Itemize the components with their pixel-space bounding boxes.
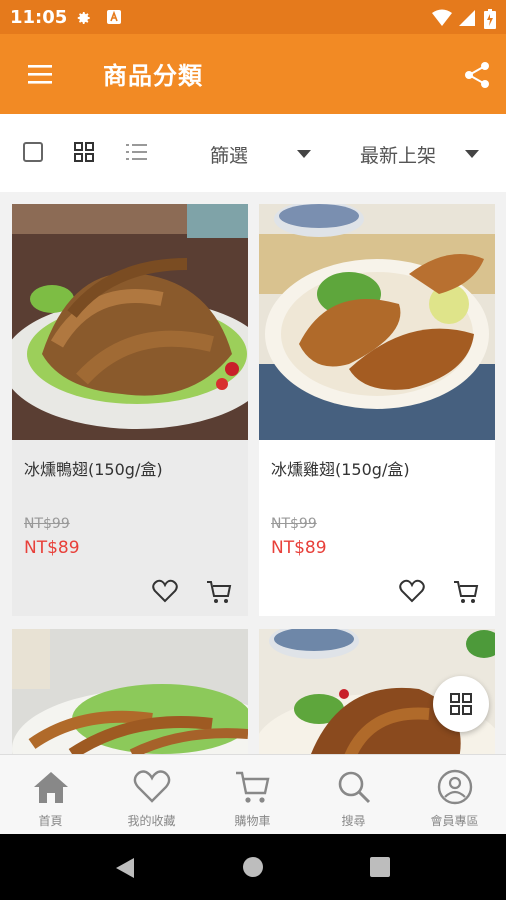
grid-view-icon[interactable] bbox=[74, 142, 94, 162]
bottom-navigation: 首頁 我的收藏 購物車 搜尋 會員專區 bbox=[0, 754, 506, 835]
wifi-icon bbox=[432, 9, 452, 26]
page-title: 商品分類 bbox=[103, 62, 203, 90]
product-name[interactable]: 冰燻雞翅(150g/盒) bbox=[271, 456, 410, 480]
nav-label: 搜尋 bbox=[341, 814, 366, 828]
sort-dropdown-icon[interactable] bbox=[465, 150, 479, 158]
back-icon[interactable] bbox=[114, 856, 136, 880]
nav-label: 購物車 bbox=[234, 814, 271, 828]
product-card[interactable] bbox=[12, 629, 248, 754]
original-price: NT$99 bbox=[24, 516, 70, 532]
search-icon bbox=[338, 771, 371, 804]
sort-label[interactable]: 最新上架 bbox=[360, 141, 436, 168]
nav-favorites[interactable]: 我的收藏 bbox=[101, 755, 202, 835]
nav-label: 我的收藏 bbox=[127, 814, 176, 828]
heart-icon bbox=[133, 770, 171, 803]
settings-icon bbox=[77, 12, 90, 24]
signal-icon bbox=[459, 10, 475, 26]
product-image[interactable] bbox=[259, 204, 495, 440]
filter-toolbar: 篩選 最新上架 bbox=[0, 114, 506, 193]
add-to-cart-icon[interactable] bbox=[205, 578, 233, 606]
battery-icon bbox=[484, 9, 496, 29]
sale-price: NT$89 bbox=[271, 538, 327, 558]
home-icon bbox=[34, 772, 68, 803]
home-circle-icon[interactable] bbox=[242, 856, 264, 878]
system-navigation-bar bbox=[0, 834, 506, 900]
app-bar: 商品分類 bbox=[0, 34, 506, 114]
product-name[interactable]: 冰燻鴨翅(150g/盒) bbox=[24, 456, 163, 480]
grid-menu-fab[interactable] bbox=[433, 676, 489, 732]
user-icon bbox=[437, 769, 473, 805]
product-card[interactable]: 冰燻雞翅(150g/盒) NT$99 NT$89 bbox=[259, 204, 495, 616]
cart-icon bbox=[236, 771, 270, 803]
filter-dropdown-icon[interactable] bbox=[297, 150, 311, 158]
list-view-icon[interactable] bbox=[126, 143, 148, 161]
grid-icon bbox=[450, 693, 472, 715]
product-image[interactable] bbox=[12, 204, 248, 440]
menu-icon[interactable] bbox=[22, 56, 58, 92]
product-card[interactable]: 冰燻鴨翅(150g/盒) NT$99 NT$89 bbox=[12, 204, 248, 616]
share-icon[interactable] bbox=[460, 58, 494, 92]
product-image[interactable] bbox=[12, 629, 248, 754]
status-time: 11:05 bbox=[10, 7, 68, 28]
nav-home[interactable]: 首頁 bbox=[0, 755, 101, 835]
add-to-cart-icon[interactable] bbox=[452, 578, 480, 606]
favorite-icon[interactable] bbox=[399, 578, 425, 604]
recents-icon[interactable] bbox=[370, 857, 390, 877]
favorite-icon[interactable] bbox=[152, 578, 178, 604]
status-bar: 11:05 bbox=[0, 0, 506, 34]
nav-label: 首頁 bbox=[38, 814, 63, 828]
notification-app-icon bbox=[107, 10, 121, 24]
nav-member[interactable]: 會員專區 bbox=[404, 755, 505, 835]
nav-search[interactable]: 搜尋 bbox=[303, 755, 404, 835]
filter-label[interactable]: 篩選 bbox=[210, 141, 248, 168]
original-price: NT$99 bbox=[271, 516, 317, 532]
nav-label: 會員專區 bbox=[430, 814, 479, 828]
select-all-checkbox[interactable] bbox=[23, 142, 43, 162]
product-grid: 冰燻鴨翅(150g/盒) NT$99 NT$89 冰燻雞翅(150g/盒) NT… bbox=[0, 192, 506, 754]
sale-price: NT$89 bbox=[24, 538, 80, 558]
nav-cart[interactable]: 購物車 bbox=[202, 755, 303, 835]
